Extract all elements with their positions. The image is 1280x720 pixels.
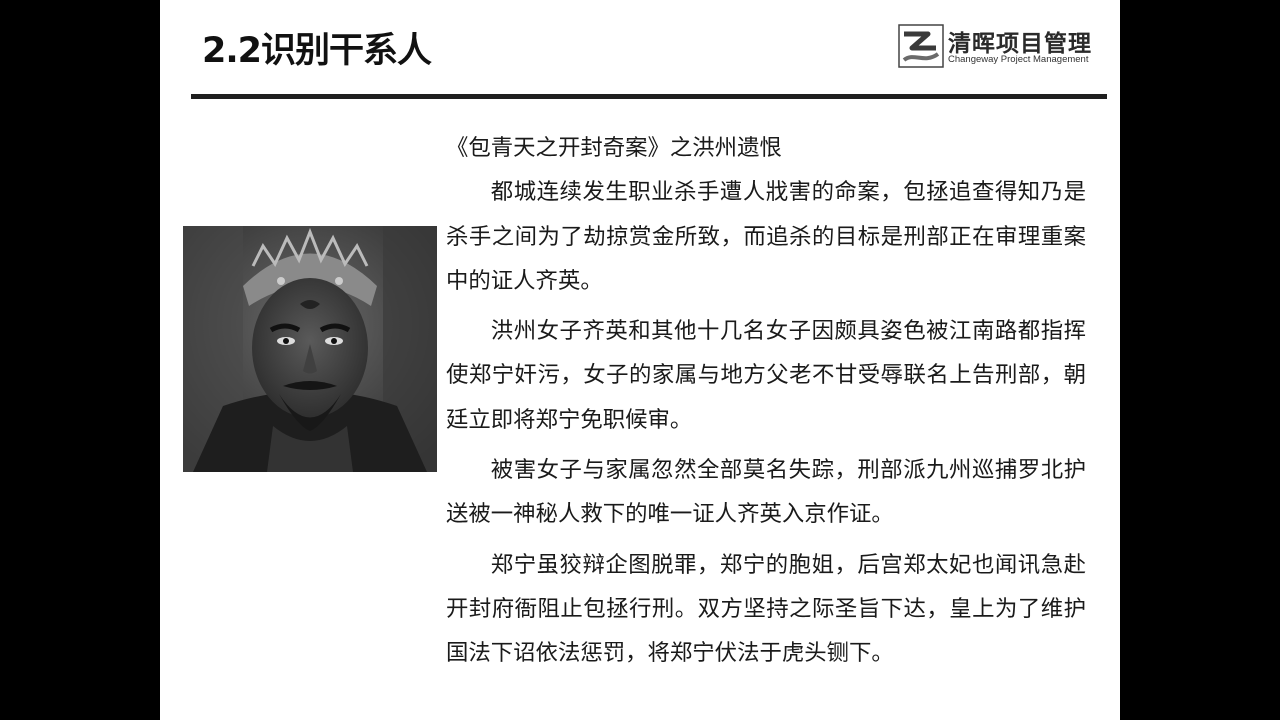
logo-mark-icon <box>898 24 944 68</box>
slide: 2.2识别干系人 清晖项目管理 Changeway Project Manage… <box>160 0 1120 720</box>
portrait-illustration <box>183 226 437 472</box>
title-divider <box>191 94 1107 99</box>
slide-title: 2.2识别干系人 <box>202 31 432 71</box>
story-paragraph: 郑宁虽狡辩企图脱罪，郑宁的胞姐，后宫郑太妃也闻讯急赴开封府衙阻止包拯行刑。双方坚… <box>446 551 1086 667</box>
story-title: 《包青天之开封奇案》之洪州遗恨 <box>446 135 782 161</box>
bao-zheng-portrait-image <box>183 226 437 472</box>
story-paragraph: 都城连续发生职业杀手遭人戕害的命案，包拯追查得知乃是杀手之间为了劫掠赏金所致，而… <box>446 179 1086 294</box>
logo-subtitle: Changeway Project Management <box>948 54 1089 65</box>
story-paragraph: 被害女子与家属忽然全部莫名失踪，刑部派九州巡捕罗北护送被一神秘人救下的唯一证人齐… <box>446 457 1086 528</box>
story-text: 《包青天之开封奇案》之洪州遗恨 都城连续发生职业杀手遭人戕害的命案，包拯追查得知… <box>446 126 1086 676</box>
story-paragraph: 洪州女子齐英和其他十几名女子因颇具姿色被江南路都指挥使郑宁奸污，女子的家属与地方… <box>446 318 1086 433</box>
company-logo: 清晖项目管理 Changeway Project Management <box>898 24 1100 70</box>
logo-name: 清晖项目管理 <box>948 31 1092 57</box>
